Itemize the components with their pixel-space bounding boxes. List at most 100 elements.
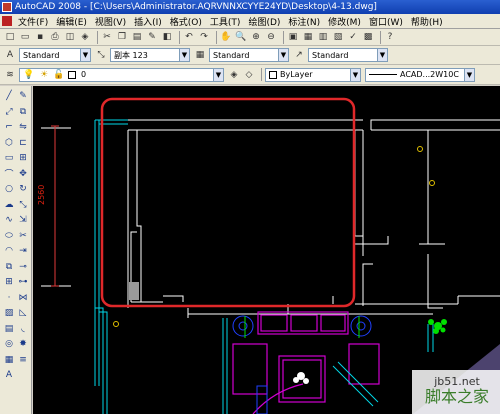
tool-palettes-icon[interactable]: ▥: [317, 31, 329, 43]
arc-icon[interactable]: ⌒: [3, 168, 15, 180]
print-icon[interactable]: ⎙: [49, 31, 61, 43]
insert-block-icon[interactable]: ⧉: [3, 261, 15, 273]
dim-style-select[interactable]: 副本 123 ▼: [110, 48, 190, 62]
circle-icon[interactable]: ○: [3, 183, 15, 195]
point-icon[interactable]: ·: [3, 292, 15, 304]
join-icon[interactable]: ⋈: [17, 292, 29, 304]
table-style-select[interactable]: Standard ▼: [209, 48, 289, 62]
copy-object-icon[interactable]: ⧉: [17, 106, 29, 118]
align-icon[interactable]: ≡: [17, 354, 29, 366]
rotate-icon[interactable]: ↻: [17, 183, 29, 195]
color-value: ByLayer: [280, 70, 313, 79]
chamfer-icon[interactable]: ◺: [17, 307, 29, 319]
break-at-point-icon[interactable]: ⊸: [17, 261, 29, 273]
ellipse-icon[interactable]: ⬭: [3, 230, 15, 242]
revision-cloud-icon[interactable]: ☁: [3, 199, 15, 211]
fillet-icon[interactable]: ◟: [17, 323, 29, 335]
publish-icon[interactable]: ◈: [79, 31, 91, 43]
cyan-walls: [94, 119, 434, 414]
chevron-down-icon: ▼: [464, 68, 474, 81]
scale-icon[interactable]: ⤡: [17, 199, 29, 211]
copy-icon[interactable]: ❐: [116, 31, 128, 43]
array-icon[interactable]: ⊞: [17, 152, 29, 164]
menu-modify[interactable]: 修改(M): [324, 15, 365, 28]
document-icon[interactable]: [2, 16, 12, 26]
break-icon[interactable]: ⊶: [17, 276, 29, 288]
markup-icon[interactable]: ✓: [347, 31, 359, 43]
new-file-icon[interactable]: □: [4, 31, 16, 43]
gray-column: [129, 282, 139, 300]
sheet-set-icon[interactable]: ▧: [332, 31, 344, 43]
explode-icon[interactable]: ✸: [17, 338, 29, 350]
gradient-icon[interactable]: ▤: [3, 323, 15, 335]
multileader-style-select[interactable]: Standard ▼: [308, 48, 388, 62]
extend-icon[interactable]: ⇥: [17, 245, 29, 257]
menu-window[interactable]: 窗口(W): [365, 15, 407, 28]
chevron-down-icon: ▼: [179, 49, 189, 61]
drawing-canvas[interactable]: [33, 86, 500, 414]
multileader-style-value: Standard: [312, 50, 349, 60]
styles-toolbar: A Standard ▼ ⤡ 副本 123 ▼ ▦ Standard ▼ ↗ S…: [0, 46, 500, 65]
make-current-layer-icon[interactable]: ◈: [228, 69, 240, 81]
white-walls: [41, 119, 500, 318]
construction-line-icon[interactable]: ⤢: [3, 106, 15, 118]
offset-icon[interactable]: ⊏: [17, 137, 29, 149]
cut-icon[interactable]: ✂: [101, 31, 113, 43]
text-style-select[interactable]: Standard ▼: [19, 48, 91, 62]
layer-select[interactable]: 💡 ☀ 🔓 0 ▼: [19, 67, 224, 82]
stretch-icon[interactable]: ⇲: [17, 214, 29, 226]
redo-icon[interactable]: ↷: [198, 31, 210, 43]
design-center-icon[interactable]: ▦: [302, 31, 314, 43]
zoom-previous-icon[interactable]: ⊖: [265, 31, 277, 43]
polyline-icon[interactable]: ⌐: [3, 121, 15, 133]
zoom-realtime-icon[interactable]: 🔍: [235, 31, 247, 43]
linetype-value: ACAD...2W10C: [400, 70, 459, 79]
sun-icon: ☀: [39, 69, 49, 80]
linetype-control-select[interactable]: ACAD...2W10C ▼: [365, 67, 475, 82]
calculator-icon[interactable]: ▩: [362, 31, 374, 43]
modify-toolbar: ✎ ⧉ ⇋ ⊏ ⊞ ✥ ↻ ⤡ ⇲ ✂ ⇥ ⊸ ⊶ ⋈ ◺ ◟ ✸ ≡: [17, 90, 30, 369]
menu-insert[interactable]: 插入(I): [130, 15, 166, 28]
save-icon[interactable]: ▪: [34, 31, 46, 43]
menu-help[interactable]: 帮助(H): [407, 15, 447, 28]
match-properties-icon[interactable]: ✎: [146, 31, 158, 43]
menu-tools[interactable]: 工具(T): [206, 15, 245, 28]
region-icon[interactable]: ◎: [3, 338, 15, 350]
color-control-select[interactable]: ByLayer ▼: [265, 67, 361, 82]
move-icon[interactable]: ✥: [17, 168, 29, 180]
menu-file[interactable]: 文件(F): [14, 15, 52, 28]
preview-icon[interactable]: ◫: [64, 31, 76, 43]
help-icon[interactable]: ?: [384, 31, 396, 43]
toolbar-separator: [283, 30, 284, 44]
multiline-text-icon[interactable]: A: [3, 369, 15, 381]
toolbar-separator: [261, 68, 262, 81]
line-icon[interactable]: ╱: [3, 90, 15, 102]
rectangle-icon[interactable]: ▭: [3, 152, 15, 164]
autocad-app-icon[interactable]: [2, 2, 12, 12]
block-editor-icon[interactable]: ◧: [161, 31, 173, 43]
menu-draw[interactable]: 绘图(D): [244, 15, 284, 28]
erase-icon[interactable]: ✎: [17, 90, 29, 102]
menu-format[interactable]: 格式(O): [166, 15, 206, 28]
ellipse-arc-icon[interactable]: ◠: [3, 245, 15, 257]
undo-icon[interactable]: ↶: [183, 31, 195, 43]
linetype-sample-icon: [369, 74, 397, 75]
paste-icon[interactable]: ▤: [131, 31, 143, 43]
open-file-icon[interactable]: ▭: [19, 31, 31, 43]
properties-icon[interactable]: ▣: [287, 31, 299, 43]
layer-previous-icon[interactable]: ◇: [243, 69, 255, 81]
layer-manager-icon[interactable]: ≋: [4, 69, 16, 81]
hatch-icon[interactable]: ▨: [3, 307, 15, 319]
toolbar-separator: [179, 30, 180, 44]
menu-dimension[interactable]: 标注(N): [284, 15, 324, 28]
make-block-icon[interactable]: ⊞: [3, 276, 15, 288]
trim-icon[interactable]: ✂: [17, 230, 29, 242]
polygon-icon[interactable]: ⬡: [3, 137, 15, 149]
zoom-window-icon[interactable]: ⊕: [250, 31, 262, 43]
table-icon[interactable]: ▦: [3, 354, 15, 366]
pan-icon[interactable]: ✋: [220, 31, 232, 43]
mirror-icon[interactable]: ⇋: [17, 121, 29, 133]
menu-view[interactable]: 视图(V): [91, 15, 130, 28]
menu-edit[interactable]: 编辑(E): [52, 15, 91, 28]
spline-icon[interactable]: ∿: [3, 214, 15, 226]
